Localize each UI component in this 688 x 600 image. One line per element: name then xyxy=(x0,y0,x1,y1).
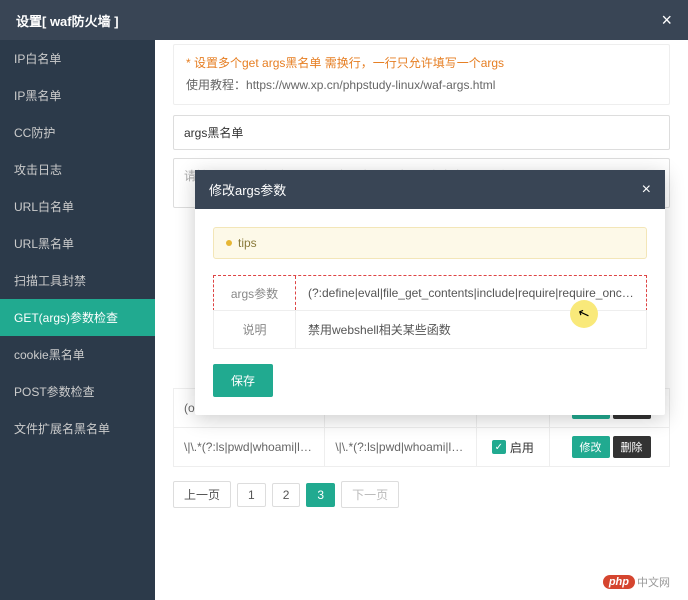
sidebar-item-url-blacklist[interactable]: URL黑名单 xyxy=(0,225,155,262)
page-3-button[interactable]: 3 xyxy=(306,483,335,507)
delete-button[interactable]: 删除 xyxy=(613,436,651,458)
sidebar: IP白名单 IP黑名单 CC防护 攻击日志 URL白名单 URL黑名单 扫描工具… xyxy=(0,40,155,600)
modal-body: tips args参数 (?:define|eval|file_get_cont… xyxy=(195,209,665,415)
prev-page-button[interactable]: 上一页 xyxy=(173,481,231,508)
watermark-text: 中文网 xyxy=(637,574,670,590)
table-row: \|\.*(?:ls|pwd|whoami|ll|ifc... \|\.*(?:… xyxy=(174,428,670,467)
tips-box: tips xyxy=(213,227,647,259)
sidebar-item-url-whitelist[interactable]: URL白名单 xyxy=(0,188,155,225)
page-1-button[interactable]: 1 xyxy=(237,483,266,507)
cell-enable: ✓启用 xyxy=(476,428,549,467)
dialog-header: 设置[ waf防火墙 ] × xyxy=(0,0,688,40)
form-row-desc: 说明 禁用webshell相关某些函数 xyxy=(213,310,647,349)
args-input[interactable]: (?:define|eval|file_get_contents|include… xyxy=(296,276,646,310)
modal-header: 修改args参数 × xyxy=(195,170,665,209)
notice-line-2: 使用教程：https://www.xp.cn/phpstudy-linux/wa… xyxy=(186,75,657,97)
sidebar-item-attack-log[interactable]: 攻击日志 xyxy=(0,151,155,188)
desc-input[interactable]: 禁用webshell相关某些函数 xyxy=(296,311,646,348)
sidebar-item-post-args[interactable]: POST参数检查 xyxy=(0,373,155,410)
check-icon: ✓ xyxy=(492,440,506,454)
tip-dot-icon xyxy=(226,240,232,246)
notice-line-1: * 设置多个get args黑名单 需换行，一行只允许填写一个args xyxy=(186,53,657,75)
name-input[interactable]: args黑名单 xyxy=(173,115,670,150)
sidebar-item-scan-block[interactable]: 扫描工具封禁 xyxy=(0,262,155,299)
modal-title: 修改args参数 xyxy=(209,180,286,199)
edit-modal: 修改args参数 × tips args参数 (?:define|eval|fi… xyxy=(195,170,665,415)
cell-desc: \|\.*(?:ls|pwd|whoami|ll|ifc... xyxy=(325,428,476,467)
close-icon[interactable]: × xyxy=(642,181,651,199)
form-label-desc: 说明 xyxy=(214,311,296,348)
save-button[interactable]: 保存 xyxy=(213,364,273,397)
form-label-args: args参数 xyxy=(214,276,296,310)
cell-regex: \|\.*(?:ls|pwd|whoami|ll|ifc... xyxy=(174,428,325,467)
enable-checkbox[interactable]: ✓启用 xyxy=(492,439,534,456)
pagination: 上一页 1 2 3 下一页 xyxy=(173,481,670,508)
tutorial-link[interactable]: https://www.xp.cn/phpstudy-linux/waf-arg… xyxy=(246,78,495,92)
dialog-title: 设置[ waf防火墙 ] xyxy=(16,11,119,30)
form-row-args: args参数 (?:define|eval|file_get_contents|… xyxy=(213,275,647,311)
sidebar-item-ip-whitelist[interactable]: IP白名单 xyxy=(0,40,155,77)
edit-button[interactable]: 修改 xyxy=(572,436,610,458)
watermark: php 中文网 xyxy=(603,574,670,590)
sidebar-item-cookie-blacklist[interactable]: cookie黑名单 xyxy=(0,336,155,373)
watermark-pill: php xyxy=(603,575,635,589)
cell-actions: 修改删除 xyxy=(550,428,670,467)
notice: * 设置多个get args黑名单 需换行，一行只允许填写一个args 使用教程… xyxy=(173,44,670,105)
tips-text: tips xyxy=(238,236,257,250)
sidebar-item-get-args[interactable]: GET(args)参数检查 xyxy=(0,299,155,336)
close-icon[interactable]: × xyxy=(661,10,672,31)
sidebar-item-ip-blacklist[interactable]: IP黑名单 xyxy=(0,77,155,114)
page-2-button[interactable]: 2 xyxy=(272,483,301,507)
sidebar-item-cc[interactable]: CC防护 xyxy=(0,114,155,151)
next-page-button: 下一页 xyxy=(341,481,399,508)
sidebar-item-ext-blacklist[interactable]: 文件扩展名黑名单 xyxy=(0,410,155,447)
